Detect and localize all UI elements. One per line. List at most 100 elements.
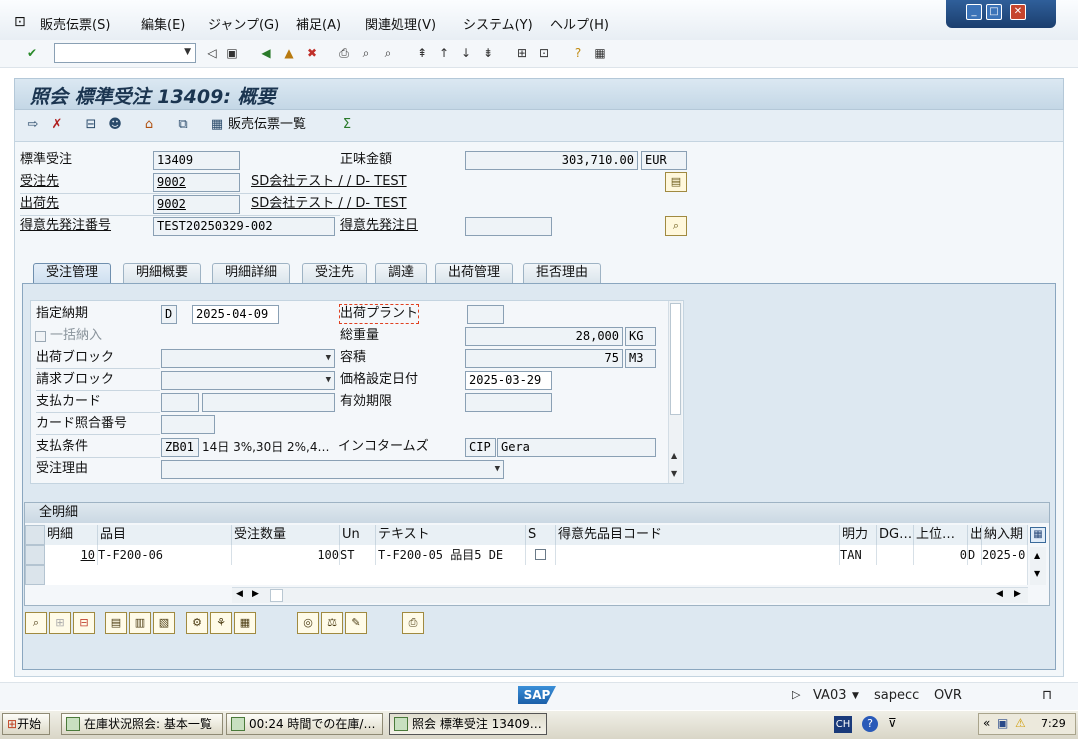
taskbar-item-stock-time[interactable]: 00:24 時間での在庫/…	[226, 713, 383, 735]
cancel-icon[interactable]: ✖	[304, 45, 320, 61]
warning-icon[interactable]: ⚠	[1015, 716, 1026, 730]
language-indicator[interactable]: CH	[834, 716, 852, 733]
help-icon[interactable]: ?	[862, 716, 878, 732]
column-header-customer-material[interactable]: 得意先品目コード	[556, 525, 840, 545]
payment-terms-code-field[interactable]: ZB01	[161, 438, 199, 457]
sold-to-field[interactable]: 9002	[153, 173, 240, 192]
table-cell-item-category[interactable]: TAN	[840, 545, 877, 565]
table-cell-s[interactable]	[526, 545, 556, 565]
start-button[interactable]: ⊞开始	[2, 713, 50, 735]
table-cell-higher-item[interactable]: 0	[914, 545, 968, 565]
totals-icon[interactable]: Σ	[338, 116, 356, 134]
maximize-icon[interactable]: □	[986, 4, 1002, 20]
tray-expand-icon[interactable]: «	[983, 716, 990, 730]
status-checkbox[interactable]	[535, 549, 546, 560]
chevron-down-icon[interactable]: ▼	[184, 47, 191, 57]
menu-edit[interactable]: 編集(E)	[141, 14, 185, 33]
ime-icon[interactable]: ⊽	[888, 716, 897, 730]
volume-unit-field[interactable]: M3	[625, 349, 656, 368]
configuration-icon[interactable]: ⚙	[186, 612, 208, 634]
column-header-material[interactable]: 品目	[98, 525, 232, 545]
tab-ordering-party[interactable]: 受注先	[302, 263, 368, 283]
table-cell-dd[interactable]: D	[968, 545, 982, 565]
help-icon[interactable]: ?	[570, 45, 586, 61]
payment-card-number-field[interactable]	[202, 393, 335, 412]
scroll-up-icon[interactable]: ▲	[671, 451, 677, 460]
edit-icon[interactable]: ✎	[345, 612, 367, 634]
document-icon[interactable]: ▤	[665, 172, 687, 192]
volume-field[interactable]: 75	[465, 349, 623, 368]
column-header-higher-item[interactable]: 上位…	[914, 525, 968, 545]
structure-icon[interactable]: ⚘	[210, 612, 232, 634]
column-header-order-qty[interactable]: 受注数量	[232, 525, 340, 545]
table-vertical-scrollbar[interactable]: ▲ ▼	[1030, 547, 1046, 585]
total-weight-field[interactable]: 28,000	[465, 327, 623, 346]
select-block-icon[interactable]: ▥	[129, 612, 151, 634]
billing-block-select[interactable]	[161, 371, 335, 390]
sales-doc-list-icon[interactable]: ▦	[208, 116, 226, 134]
menu-extras[interactable]: 補足(A)	[296, 14, 341, 33]
scroll-right-icon[interactable]: ▶	[1014, 589, 1021, 599]
chevron-down-icon[interactable]: ▼	[852, 691, 859, 701]
vertical-scrollbar[interactable]: ▲ ▼	[668, 301, 682, 483]
scroll-up-icon[interactable]: ▲	[1034, 551, 1040, 560]
table-cell-unit[interactable]: ST	[340, 545, 376, 565]
table-row[interactable]	[45, 565, 1028, 585]
customer-po-date-label[interactable]: 得意先発注日	[340, 217, 418, 235]
customer-po-field[interactable]: TEST20250329-002	[153, 217, 335, 236]
document-flow-icon[interactable]: ⧉	[174, 116, 192, 134]
scroll-left-icon[interactable]: ◀	[996, 589, 1003, 599]
complete-delivery-checkbox[interactable]	[35, 331, 46, 342]
table-cell-item[interactable]: 10	[45, 545, 98, 565]
insert-row-icon[interactable]: ⊞	[49, 612, 71, 634]
field-history-icon[interactable]: ◁	[204, 45, 220, 61]
menu-sales-document[interactable]: 販売伝票(S)	[40, 14, 110, 33]
shipping-plant-field[interactable]	[467, 305, 504, 324]
table-cell-delivery-date[interactable]: 2025-0	[982, 545, 1028, 565]
check-icon[interactable]: ✗	[48, 116, 66, 134]
card-verification-field[interactable]	[161, 415, 215, 434]
column-header-dg[interactable]: DG…	[877, 525, 914, 545]
minimize-icon[interactable]: _	[966, 4, 982, 20]
table-cell-text[interactable]: T-F200-05 品目5 DE	[376, 545, 526, 565]
row-selector[interactable]	[25, 565, 45, 585]
table-cell-dg[interactable]	[877, 545, 914, 565]
menu-environment[interactable]: 関連処理(V)	[365, 14, 436, 33]
layout-menu-icon[interactable]: ▦	[592, 45, 608, 61]
item-detail-icon[interactable]: ⌕	[25, 612, 47, 634]
shortcut-icon[interactable]: ⊡	[536, 45, 552, 61]
availability-icon[interactable]: ⚖	[321, 612, 343, 634]
tab-procurement[interactable]: 調達	[375, 263, 428, 283]
next-page-icon[interactable]: ↓	[458, 45, 474, 61]
incoterms-text-field[interactable]: Gera	[497, 438, 656, 457]
sold-to-label[interactable]: 受注先	[20, 173, 59, 191]
back-icon[interactable]: ◀	[258, 45, 274, 61]
column-header-dd[interactable]: 出	[968, 525, 982, 545]
pricing-date-field[interactable]: 2025-03-29	[465, 371, 552, 390]
find-icon[interactable]: ⌕	[358, 45, 374, 61]
ship-to-label[interactable]: 出荷先	[20, 195, 59, 213]
delivery-date-type-field[interactable]: D	[161, 305, 177, 324]
display-doc-flow-icon[interactable]: ⌂	[140, 116, 158, 134]
menu-system[interactable]: システム(Y)	[463, 14, 533, 33]
table-horizontal-scrollbar[interactable]: ◀ ▶ ◀ ▶	[232, 587, 1028, 603]
scroll-thumb[interactable]	[270, 589, 283, 602]
tab-rejection-reason[interactable]: 拒否理由	[523, 263, 602, 283]
display-change-icon[interactable]: ⇨	[24, 116, 42, 134]
order-reason-select[interactable]	[161, 460, 504, 479]
command-field[interactable]: ▼	[54, 43, 196, 63]
search-icon[interactable]: ⌕	[665, 216, 687, 236]
taskbar-item-display-order[interactable]: 照会 標準受注 13409…	[389, 713, 547, 735]
table-cell-material[interactable]: T-F200-06	[98, 545, 232, 565]
customer-po-date-field[interactable]	[465, 217, 552, 236]
pricing-icon[interactable]: ◎	[297, 612, 319, 634]
tab-item-detail[interactable]: 明細詳細	[212, 263, 291, 283]
delivery-block-select[interactable]	[161, 349, 335, 368]
tab-shipping[interactable]: 出荷管理	[435, 263, 514, 283]
table-cell-customer-material[interactable]	[556, 545, 840, 565]
partner-icon[interactable]: ☻	[106, 116, 124, 134]
first-page-icon[interactable]: ⇞	[414, 45, 430, 61]
weight-unit-field[interactable]: KG	[625, 327, 656, 346]
sales-doc-list-button[interactable]: 販売伝票一覧	[228, 116, 306, 134]
customer-po-label[interactable]: 得意先発注番号	[20, 217, 111, 235]
